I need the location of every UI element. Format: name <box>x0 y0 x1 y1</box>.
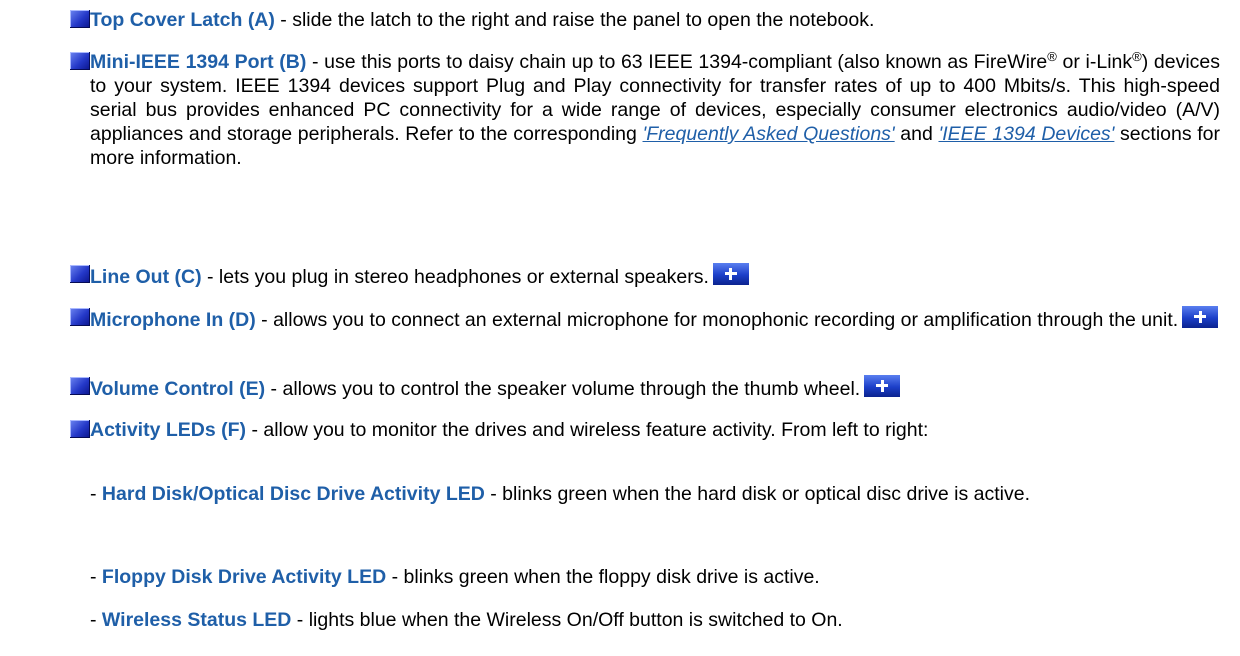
item-line-out: Line Out (C) - lets you plug in stereo h… <box>90 263 1220 289</box>
item-text: - allows you to connect an external micr… <box>255 309 1179 331</box>
item-activity-leds: Activity LEDs (F) - allow you to monitor… <box>90 418 1220 442</box>
subitem-term: Wireless Status LED <box>101 609 292 631</box>
plus-icon[interactable] <box>712 263 749 285</box>
item-text: - slide the latch to the right and raise… <box>274 9 875 31</box>
dash: - <box>90 483 102 505</box>
item-term: Line Out (C) <box>90 266 202 288</box>
document-page: Top Cover Latch (A) - slide the latch to… <box>0 0 1240 656</box>
item-mini-ieee-1394-port: Mini-IEEE 1394 Port (B) - use this ports… <box>90 50 1220 170</box>
item-text: - use this ports to daisy chain up to 63… <box>306 51 1048 73</box>
faq-link[interactable]: 'Frequently Asked Questions' <box>643 123 895 145</box>
subitem-text: - lights blue when the Wireless On/Off b… <box>291 609 843 631</box>
registered-mark: ® <box>1047 49 1057 64</box>
item-text: - allows you to control the speaker volu… <box>265 378 861 400</box>
plus-icon[interactable] <box>1182 306 1219 328</box>
subitem-text: - blinks green when the floppy disk driv… <box>386 566 820 588</box>
subitem-text: - blinks green when the hard disk or opt… <box>484 483 1031 505</box>
item-text: and <box>894 123 939 145</box>
bullet-icon <box>70 52 90 70</box>
registered-mark: ® <box>1132 49 1142 64</box>
item-term: Mini-IEEE 1394 Port (B) <box>90 51 307 73</box>
item-microphone-in: Microphone In (D) - allows you to connec… <box>90 306 1220 332</box>
subitem-hdd-led: - Hard Disk/Optical Disc Drive Activity … <box>90 482 1220 506</box>
item-text: or i-Link <box>1056 51 1133 73</box>
subitem-floppy-led: - Floppy Disk Drive Activity LED - blink… <box>90 565 1220 589</box>
plus-icon[interactable] <box>864 375 901 397</box>
subitem-term: Floppy Disk Drive Activity LED <box>101 566 387 588</box>
item-term: Microphone In (D) <box>90 309 256 331</box>
dash: - <box>90 609 102 631</box>
ieee-1394-devices-link[interactable]: 'IEEE 1394 Devices' <box>938 123 1114 145</box>
bullet-icon <box>70 377 90 395</box>
item-term: Activity LEDs (F) <box>90 419 247 441</box>
item-volume-control: Volume Control (E) - allows you to contr… <box>90 375 1220 401</box>
bullet-icon <box>70 265 90 283</box>
item-text: - lets you plug in stereo headphones or … <box>201 266 709 288</box>
bullet-icon <box>70 308 90 326</box>
subitem-wireless-led: - Wireless Status LED - lights blue when… <box>90 608 1220 632</box>
item-text: - allow you to monitor the drives and wi… <box>246 419 929 441</box>
item-top-cover-latch: Top Cover Latch (A) - slide the latch to… <box>90 8 1220 32</box>
dash: - <box>90 566 102 588</box>
bullet-icon <box>70 420 90 438</box>
subitem-term: Hard Disk/Optical Disc Drive Activity LE… <box>101 483 485 505</box>
item-term: Top Cover Latch (A) <box>90 9 275 31</box>
bullet-icon <box>70 10 90 28</box>
item-term: Volume Control (E) <box>90 378 266 400</box>
